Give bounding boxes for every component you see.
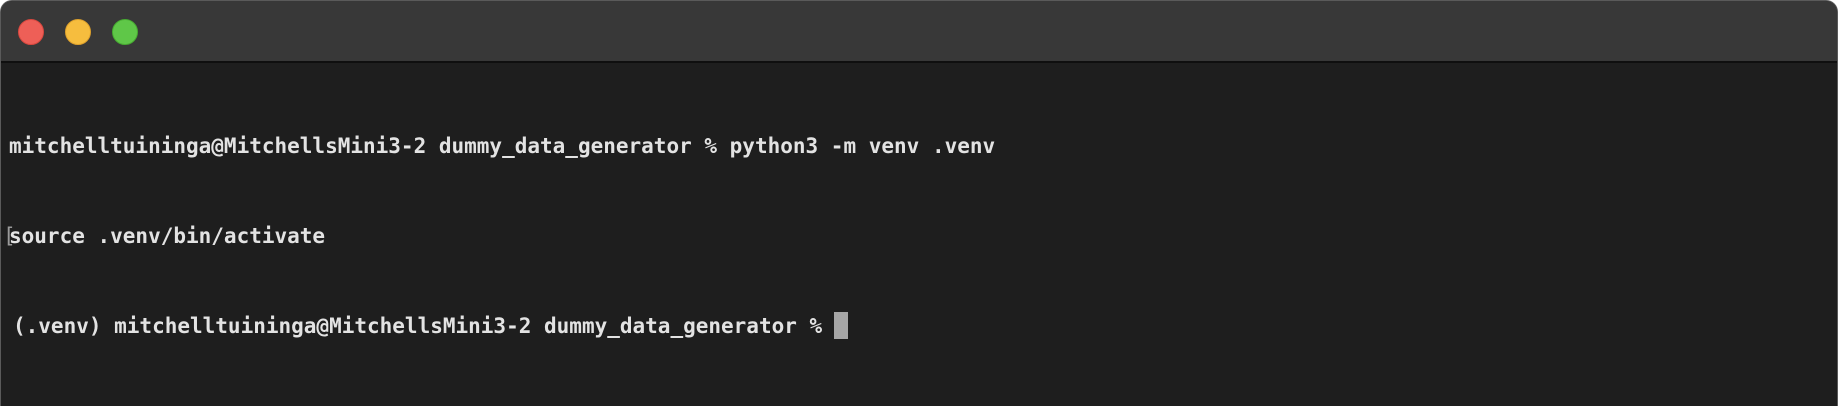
- terminal-line-1-text: mitchelltuininga@MitchellsMini3-2 dummy_…: [9, 134, 996, 158]
- terminal-line-2: [source .venv/bin/activate: [3, 221, 1837, 251]
- terminal-output[interactable]: mitchelltuininga@MitchellsMini3-2 dummy_…: [1, 63, 1837, 406]
- terminal-line-1: mitchelltuininga@MitchellsMini3-2 dummy_…: [9, 131, 1837, 161]
- terminal-line-2-text: source .venv/bin/activate: [9, 224, 326, 248]
- terminal-prompt-text: (.venv) mitchelltuininga@MitchellsMini3-…: [13, 314, 823, 338]
- terminal-cursor: [834, 312, 849, 339]
- zoom-window-button[interactable]: [112, 19, 138, 45]
- bracket-marker: [: [3, 224, 16, 248]
- close-window-button[interactable]: [18, 19, 44, 45]
- minimize-window-button[interactable]: [65, 19, 91, 45]
- terminal-window: mitchelltuininga@MitchellsMini3-2 dummy_…: [0, 0, 1838, 406]
- title-bar[interactable]: [1, 1, 1837, 63]
- terminal-line-3: (.venv) mitchelltuininga@MitchellsMini3-…: [9, 311, 1837, 341]
